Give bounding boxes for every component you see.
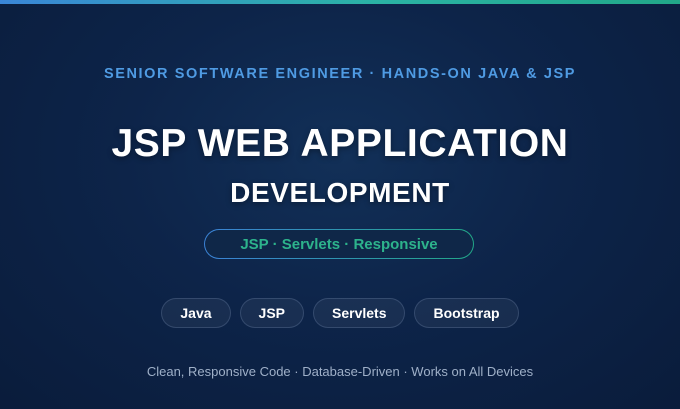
highlight-pill: JSP · Servlets · Responsive (204, 229, 474, 259)
gig-banner: SENIOR SOFTWARE ENGINEER · HANDS-ON JAVA… (0, 0, 680, 409)
tag-servlets: Servlets (313, 298, 406, 328)
main-title: JSP WEB APPLICATION (111, 122, 569, 165)
features-line: Clean, Responsive Code · Database-Driven… (146, 364, 534, 379)
tag-bootstrap: Bootstrap (414, 298, 519, 328)
main-subtitle: DEVELOPMENT (230, 177, 450, 208)
tag-java: Java (161, 298, 231, 328)
top-accent-bar (0, 0, 680, 4)
eyebrow-text: SENIOR SOFTWARE ENGINEER · HANDS-ON JAVA… (103, 66, 577, 82)
tag-list: Java JSP Servlets Bootstrap (0, 298, 680, 328)
tag-jsp: JSP (239, 298, 304, 328)
